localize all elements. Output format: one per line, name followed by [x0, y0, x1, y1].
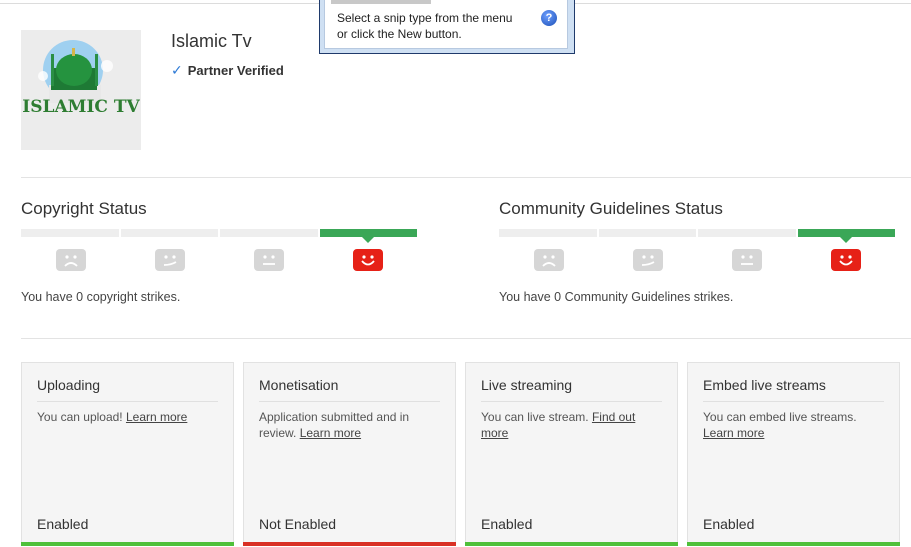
card-status: Not Enabled: [259, 516, 337, 532]
snipping-tool-body: Select a snip type from the menu or clic…: [324, 0, 568, 49]
card-status: Enabled: [37, 516, 89, 532]
strike-segment-active: [319, 229, 417, 243]
feature-card-monetisation: Monetisation Application submitted and i…: [243, 362, 456, 546]
strike-segment-active: [797, 229, 895, 243]
copyright-strikes-text: You have 0 copyright strikes.: [21, 290, 181, 304]
skeptical-face-icon: [632, 249, 663, 271]
strike-segment: [598, 229, 696, 237]
card-status-bar: [243, 542, 456, 546]
community-strikes-text: You have 0 Community Guidelines strikes.: [499, 290, 734, 304]
sad-face-icon: [55, 249, 86, 271]
card-title: Uploading: [37, 377, 101, 393]
learn-more-link[interactable]: Learn more: [703, 426, 764, 440]
snipping-tool-toolbar: [331, 0, 431, 4]
channel-logo-text: ISLAMIC TV: [22, 97, 140, 117]
channel-logo-image: ISLAMIC TV: [22, 40, 141, 117]
verified-badge: ✓ Partner Verified: [171, 62, 284, 79]
happy-face-icon: [352, 249, 383, 271]
skeptical-face-icon: [154, 249, 185, 271]
strike-segment: [698, 229, 796, 237]
card-description-text: You can live stream.: [481, 410, 592, 424]
feature-card-uploading: Uploading You can upload! Learn more Ena…: [21, 362, 234, 546]
community-face-row: [499, 249, 895, 271]
card-description: Application submitted and in review. Lea…: [259, 409, 443, 441]
snipping-tool-window: Select a snip type from the menu or clic…: [319, 0, 575, 54]
strike-segment: [21, 229, 119, 237]
neutral-face-icon: [731, 249, 762, 271]
snip-hint-line-1: Select a snip type from the menu: [337, 11, 513, 25]
strike-segment: [499, 229, 597, 237]
copyright-strike-bar: [21, 229, 417, 243]
feature-card-live-streaming: Live streaming You can live stream. Find…: [465, 362, 678, 546]
sad-face-icon: [533, 249, 564, 271]
strike-segment: [220, 229, 318, 237]
feature-card-embed-live-streams: Embed live streams You can embed live st…: [687, 362, 900, 546]
card-status-bar: [687, 542, 900, 546]
card-status-bar: [465, 542, 678, 546]
card-description: You can upload! Learn more: [37, 409, 221, 425]
channel-name[interactable]: Islamic Tv: [171, 31, 252, 52]
strike-segment: [120, 229, 218, 237]
channel-avatar[interactable]: ISLAMIC TV: [21, 30, 141, 150]
card-description: You can embed live streams. Learn more: [703, 409, 887, 441]
copyright-face-row: [21, 249, 417, 271]
community-strike-bar: [499, 229, 895, 243]
card-status: Enabled: [481, 516, 533, 532]
snip-hint-line-2: or click the New button.: [337, 27, 462, 41]
card-title: Embed live streams: [703, 377, 826, 393]
card-description: You can live stream. Find out more: [481, 409, 665, 441]
card-title: Monetisation: [259, 377, 339, 393]
verified-label: Partner Verified: [187, 63, 284, 78]
help-icon[interactable]: ?: [541, 10, 557, 26]
card-description-text: You can upload!: [37, 410, 126, 424]
learn-more-link[interactable]: Learn more: [300, 426, 361, 440]
divider: [21, 177, 911, 178]
happy-face-icon: [830, 249, 861, 271]
divider: [21, 338, 911, 339]
checkmark-icon: ✓: [171, 62, 183, 78]
card-status: Enabled: [703, 516, 755, 532]
card-divider: [703, 401, 884, 402]
card-divider: [37, 401, 218, 402]
card-divider: [481, 401, 662, 402]
card-title: Live streaming: [481, 377, 573, 393]
card-description-text: You can embed live streams.: [703, 410, 857, 424]
community-guidelines-status-title: Community Guidelines Status: [499, 199, 723, 218]
learn-more-link[interactable]: Learn more: [126, 410, 187, 424]
copyright-status-title: Copyright Status: [21, 199, 147, 218]
card-status-bar: [21, 542, 234, 546]
neutral-face-icon: [253, 249, 284, 271]
card-divider: [259, 401, 440, 402]
snipping-tool-hint: Select a snip type from the menu or clic…: [337, 10, 512, 42]
